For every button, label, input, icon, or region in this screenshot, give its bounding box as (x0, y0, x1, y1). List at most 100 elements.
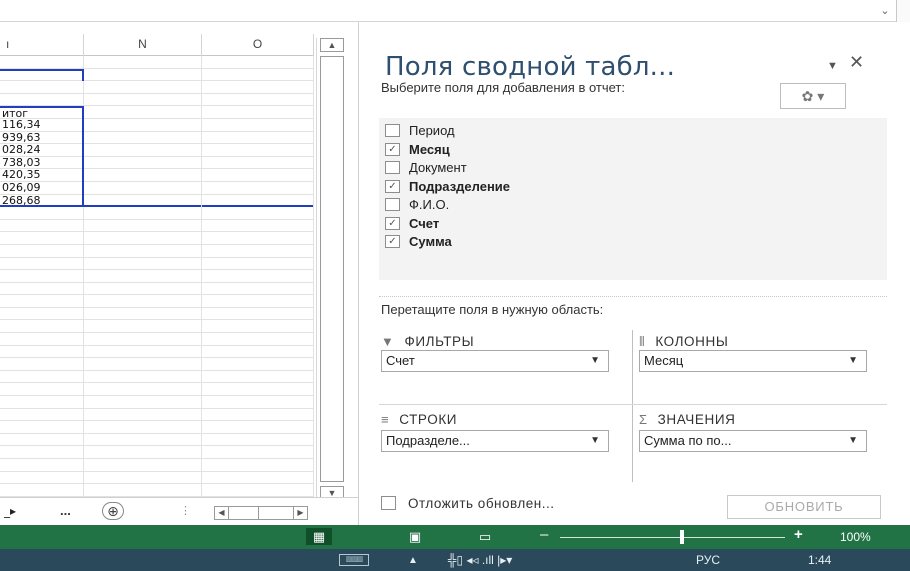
grid-cell[interactable] (0, 370, 84, 384)
page-break-view-icon[interactable]: ▭ (472, 528, 498, 545)
grid-cell[interactable] (0, 471, 84, 485)
grid-cell[interactable] (0, 358, 84, 371)
grid-cell[interactable] (0, 244, 84, 258)
grid-cell[interactable] (84, 257, 202, 271)
zoom-slider[interactable] (560, 537, 785, 538)
grid-cell[interactable] (202, 471, 314, 485)
checkbox-checked-icon[interactable]: ✓ (385, 235, 400, 249)
grid-cell[interactable] (202, 156, 314, 170)
grid-cell[interactable] (202, 433, 314, 447)
grid-cell[interactable] (202, 68, 314, 82)
clock[interactable]: 1:44 (808, 552, 831, 568)
grid-cell[interactable] (84, 93, 202, 107)
grid-cell[interactable] (84, 333, 202, 346)
field-item[interactable]: ✓ Месяц (385, 141, 450, 159)
grid-cell[interactable] (202, 56, 314, 69)
grid-cell[interactable] (84, 68, 202, 82)
columns-field-dropdown[interactable]: Месяц ▼ (639, 350, 867, 372)
grid-cell[interactable] (0, 408, 84, 422)
grid-cell[interactable] (202, 396, 314, 409)
expand-formula-bar-icon[interactable]: ⌄ (874, 2, 896, 20)
grid-cell[interactable] (84, 295, 202, 308)
grid-cell[interactable] (0, 257, 84, 271)
grid-cell[interactable] (202, 333, 314, 346)
grid-cell[interactable] (0, 68, 84, 82)
grid-cell[interactable] (84, 219, 202, 233)
column-header-m[interactable]: ı (0, 34, 84, 56)
grid-cell[interactable] (202, 307, 314, 321)
zoom-out-button[interactable]: – (540, 526, 548, 543)
grid-cell[interactable] (84, 207, 202, 220)
grid-cell[interactable] (202, 345, 314, 359)
horizontal-scrollbar[interactable]: ◀ ▶ (214, 506, 308, 520)
grid-cell[interactable] (202, 358, 314, 371)
grid-cell[interactable] (84, 244, 202, 258)
grid-cell[interactable] (202, 484, 314, 497)
grid-cell[interactable] (202, 446, 314, 459)
checkbox-icon[interactable] (385, 124, 400, 138)
grid-cell[interactable] (0, 93, 84, 107)
grid-cell[interactable] (202, 282, 314, 296)
field-item[interactable]: Ф.И.О. (385, 196, 449, 214)
grid-cell[interactable] (0, 282, 84, 296)
grid-cell[interactable] (84, 282, 202, 296)
grid-cell[interactable]: 939,63 (0, 131, 84, 145)
checkbox-icon[interactable] (385, 198, 400, 212)
grid-cell[interactable] (84, 421, 202, 434)
scroll-left-icon[interactable]: ◀ (215, 507, 229, 519)
zoom-in-button[interactable]: + (794, 526, 803, 543)
grid-cell[interactable]: 268,68 (0, 194, 84, 208)
grid-cell[interactable] (84, 396, 202, 409)
grid-cell[interactable] (202, 244, 314, 258)
horizontal-scroll-thumb[interactable] (233, 507, 259, 519)
update-button[interactable]: ОБНОВИТЬ (727, 495, 881, 519)
grid-cell[interactable] (84, 446, 202, 459)
tray-icons[interactable]: ╬▯ ◂◃ .ıll |▸▾ (448, 552, 512, 568)
close-icon[interactable]: ✕ (849, 52, 864, 73)
grid-cell[interactable] (84, 459, 202, 472)
sheet-tab[interactable]: _▸ (4, 504, 16, 518)
grid-cell[interactable] (84, 194, 202, 208)
grid-cell[interactable] (0, 383, 84, 397)
grid-cell[interactable] (0, 295, 84, 308)
grid-cell[interactable] (84, 320, 202, 334)
grid-cell[interactable] (202, 207, 314, 220)
grid-cell[interactable] (0, 320, 84, 334)
grid-cell[interactable]: 028,24 (0, 144, 84, 157)
grid-cell[interactable] (202, 219, 314, 233)
grid-cell[interactable] (84, 408, 202, 422)
show-hidden-icons-icon[interactable]: ▲ (408, 553, 418, 569)
grid-cell[interactable] (84, 345, 202, 359)
grid-cell[interactable] (202, 194, 314, 208)
grid-cell[interactable] (0, 345, 84, 359)
field-item[interactable]: ✓ Подразделение (385, 178, 510, 196)
grid-cell[interactable]: 420,35 (0, 169, 84, 182)
tools-gear-button[interactable]: ✿ ▾ (780, 83, 846, 109)
zoom-slider-handle[interactable] (680, 530, 684, 544)
grid-cell[interactable] (0, 219, 84, 233)
grid-cell[interactable] (202, 232, 314, 245)
zoom-level[interactable]: 100% (840, 530, 871, 544)
grid-cell[interactable] (84, 232, 202, 245)
chevron-down-icon[interactable]: ▼ (848, 351, 858, 371)
grid-cell[interactable] (0, 207, 84, 220)
keyboard-icon[interactable]: ▥▥▥ (339, 554, 369, 566)
grid-cell[interactable] (202, 459, 314, 472)
grid-cell[interactable] (84, 156, 202, 170)
grid-cell[interactable] (84, 56, 202, 69)
grid-cell[interactable] (0, 433, 84, 447)
grid-cell[interactable] (0, 446, 84, 459)
grid-cell[interactable] (0, 396, 84, 409)
grid-cell[interactable] (0, 484, 84, 497)
column-header-o[interactable]: O (202, 34, 314, 56)
grid-cell[interactable] (0, 56, 84, 69)
checkbox-checked-icon[interactable]: ✓ (385, 179, 400, 193)
grid-cell[interactable] (84, 383, 202, 397)
scroll-right-icon[interactable]: ▶ (293, 507, 307, 519)
chevron-down-icon[interactable]: ▼ (590, 351, 600, 371)
grid-cell[interactable] (202, 320, 314, 334)
grid-cell[interactable] (202, 370, 314, 384)
grid-cell[interactable] (84, 169, 202, 182)
grid-cell[interactable] (84, 270, 202, 283)
grid-cell[interactable] (84, 484, 202, 497)
